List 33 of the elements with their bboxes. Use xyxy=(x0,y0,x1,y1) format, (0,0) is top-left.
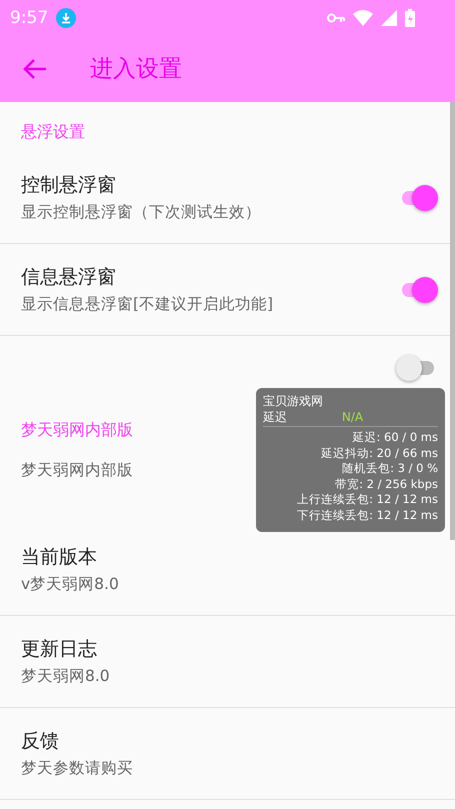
preference-title: 反馈 xyxy=(21,729,59,754)
preference-summary: 梦天弱网8.0 xyxy=(21,666,110,687)
category-header: 悬浮设置 xyxy=(21,122,85,143)
preference-title: 当前版本 xyxy=(21,545,97,570)
network-stat: 带宽: 2 / 256 kbps xyxy=(335,476,438,492)
preference-summary: 梦天弱网内部版 xyxy=(21,460,133,481)
download-icon xyxy=(56,8,76,28)
preference-summary: v梦天弱网8.0 xyxy=(21,574,119,595)
network-stat: 随机丢包: 3 / 0 % xyxy=(342,461,438,476)
preference-summary: 显示信息悬浮窗[不建议开启此功能] xyxy=(21,294,274,315)
floating-window[interactable]: 宝贝游戏网 延迟 N/A 延迟: 60 / 0 ms 延迟抖动: 20 / 66 ms 随机丢包: 3 / 0 % 带宽: 2 / 256 kbps 上行连续丢包: 12 / 12 ms 下行连续丢包: 12 / 12 ms xyxy=(256,388,445,532)
wifi-icon xyxy=(353,10,373,26)
preference-summary: 显示控制悬浮窗（下次测试生效） xyxy=(21,202,261,223)
signal-icon xyxy=(381,10,397,26)
toggle-switch[interactable] xyxy=(400,184,436,212)
latency-value: N/A xyxy=(340,409,364,425)
battery-icon xyxy=(405,8,415,26)
preference-summary: 梦天参数请购买 xyxy=(21,758,133,779)
latency-label: 延迟 xyxy=(263,409,287,425)
window-title: 宝贝游戏网 xyxy=(263,393,324,409)
preference-title: 信息悬浮窗 xyxy=(21,265,116,290)
back-arrow-icon xyxy=(22,58,48,80)
toggle-switch[interactable] xyxy=(400,276,436,304)
screen-title: 进入设置 xyxy=(90,55,182,84)
clock-time: 9:57 xyxy=(10,8,48,28)
network-stat: 延迟抖动: 20 / 66 ms xyxy=(321,446,438,461)
network-stat: 上行连续丢包: 12 / 12 ms xyxy=(297,492,438,508)
preference-title: 控制悬浮窗 xyxy=(21,173,116,198)
network-stat: 延迟: 60 / 0 ms xyxy=(352,430,438,446)
preference-title: 更新日志 xyxy=(21,637,97,662)
key-icon xyxy=(327,12,345,22)
category-header: 梦天弱网内部版 xyxy=(21,420,133,441)
network-stat: 下行连续丢包: 12 / 12 ms xyxy=(297,508,438,523)
